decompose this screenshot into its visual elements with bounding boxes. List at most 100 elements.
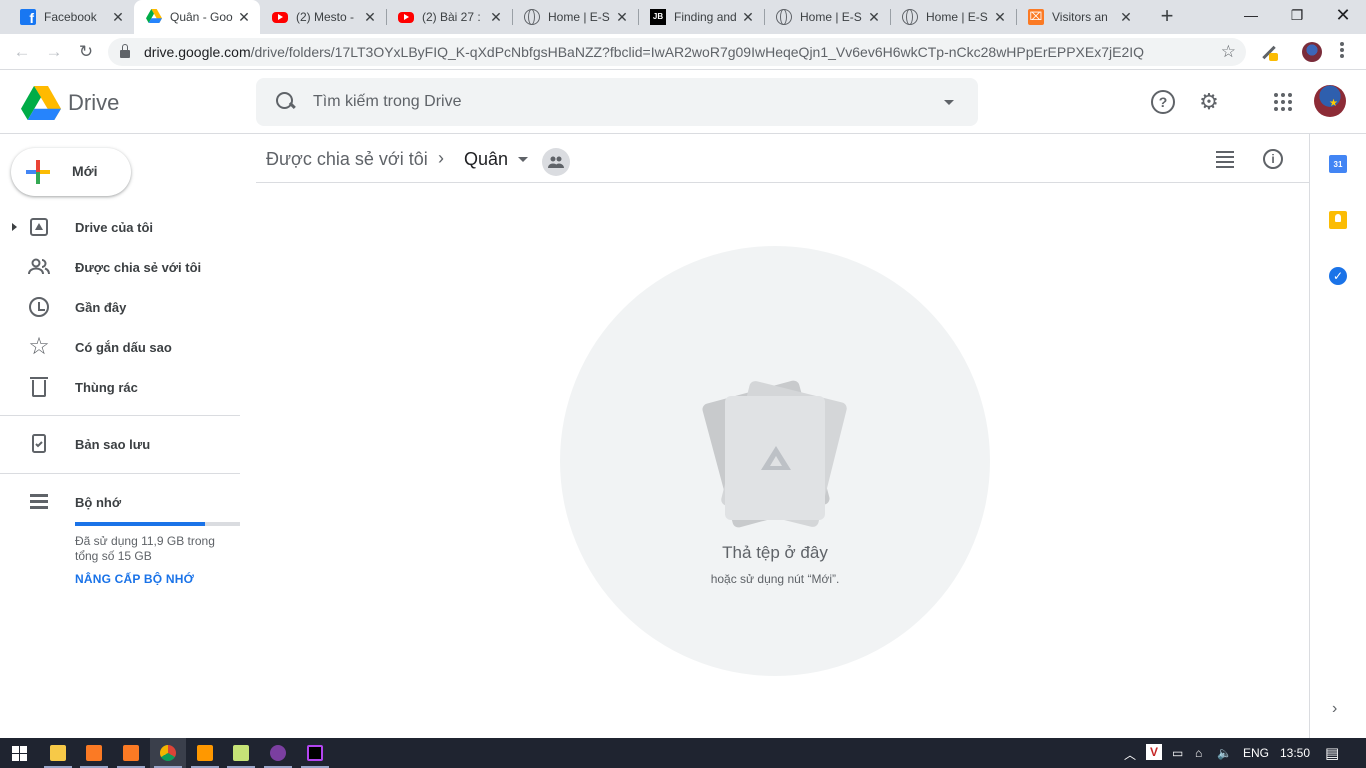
drive-illustration-icon xyxy=(761,446,791,470)
chevron-right-icon[interactable]: › xyxy=(1332,700,1337,718)
sidebar-item-backups[interactable]: Bản sao lưu xyxy=(0,424,240,464)
windows-logo-icon xyxy=(11,745,27,761)
tab-title: Home | E-S xyxy=(548,10,610,24)
taskbar-app-purple[interactable] xyxy=(260,738,296,768)
apps-grid-icon[interactable] xyxy=(1271,90,1295,114)
tab-youtube-bai27[interactable]: (2) Bài 27 : ✕ xyxy=(386,0,512,34)
upgrade-storage-link[interactable]: NÂNG CẤP BỘ NHỚ xyxy=(75,572,194,586)
sidebar-item-storage[interactable]: Bộ nhớ xyxy=(0,482,240,522)
extension-pen-icon[interactable] xyxy=(1259,42,1279,62)
tab-close-icon[interactable]: ✕ xyxy=(740,9,756,26)
info-icon[interactable]: i xyxy=(1263,149,1283,169)
network-icon[interactable]: ⌂ xyxy=(1195,746,1202,760)
tab-finding[interactable]: JB Finding and ✕ xyxy=(638,0,764,34)
reload-button[interactable]: ↻ xyxy=(74,40,98,64)
clock-icon xyxy=(29,297,49,317)
tab-google-drive[interactable]: Quân - Goo ✕ xyxy=(134,0,260,34)
tray-app-v-icon[interactable]: V xyxy=(1146,744,1162,760)
profile-avatar-icon[interactable] xyxy=(1302,42,1322,62)
breadcrumb-shared-with-me[interactable]: Được chia sẻ với tôi xyxy=(266,149,428,170)
taskbar-notepad[interactable] xyxy=(223,738,259,768)
calendar-icon[interactable]: 31 xyxy=(1329,155,1347,173)
sidebar-item-starred[interactable]: ☆ Có gắn dấu sao xyxy=(0,327,240,367)
tab-title: Home | E-S xyxy=(800,10,862,24)
folder-menu-dropdown-icon[interactable] xyxy=(518,157,528,162)
url-path: /drive/folders/17LT3OYxLByFIQ_K-qXdPcNbf… xyxy=(250,44,1145,60)
account-avatar[interactable] xyxy=(1314,85,1346,117)
tab-facebook[interactable]: f Facebook ✕ xyxy=(8,0,134,34)
shared-folder-icon[interactable] xyxy=(542,148,570,176)
facebook-icon: f xyxy=(20,9,36,25)
tab-visitors[interactable]: Visitors an ✕ xyxy=(1016,0,1142,34)
tab-close-icon[interactable]: ✕ xyxy=(866,9,882,26)
plus-icon xyxy=(26,160,50,184)
input-language[interactable]: ENG xyxy=(1243,746,1269,760)
taskbar-xampp-1[interactable] xyxy=(76,738,112,768)
expand-arrow-icon[interactable] xyxy=(12,223,17,231)
battery-icon[interactable]: ▭ xyxy=(1172,746,1183,760)
tab-youtube-mesto[interactable]: (2) Mesto - ✕ xyxy=(260,0,386,34)
tab-close-icon[interactable]: ✕ xyxy=(236,9,252,26)
sidebar-item-shared[interactable]: Được chia sẻ với tôi xyxy=(0,247,240,287)
xampp-icon xyxy=(1028,9,1044,25)
back-button[interactable]: ← xyxy=(10,40,34,64)
window-close-button[interactable]: ✕ xyxy=(1320,0,1366,30)
taskbar-clock[interactable]: 13:50 xyxy=(1280,746,1310,760)
tab-home-es-1[interactable]: Home | E-S ✕ xyxy=(512,0,638,34)
taskbar-chrome[interactable] xyxy=(150,738,186,768)
sidebar-item-label: Drive của tôi xyxy=(75,219,154,235)
notification-center-icon[interactable]: ▤ xyxy=(1325,744,1339,762)
xampp-icon xyxy=(86,745,102,761)
gear-icon[interactable]: ⚙ xyxy=(1197,90,1221,114)
forward-button[interactable]: → xyxy=(42,40,66,64)
sidebar-item-trash[interactable]: Thùng rác xyxy=(0,367,240,407)
minimize-button[interactable]: — xyxy=(1228,0,1274,30)
keep-icon[interactable] xyxy=(1329,211,1347,229)
new-button-label: Mới xyxy=(72,163,98,179)
address-bar[interactable]: drive.google.com/drive/folders/17LT3OYxL… xyxy=(108,38,1246,66)
search-icon[interactable] xyxy=(276,92,296,112)
storage-usage-bar xyxy=(75,522,240,526)
drive-logo-text[interactable]: Drive xyxy=(68,90,119,116)
search-options-dropdown-icon[interactable] xyxy=(944,99,954,105)
restore-button[interactable]: ❐ xyxy=(1274,0,1320,30)
tab-home-es-2[interactable]: Home | E-S ✕ xyxy=(764,0,890,34)
search-input[interactable]: Tìm kiếm trong Drive xyxy=(313,93,944,111)
tab-close-icon[interactable]: ✕ xyxy=(1118,9,1134,26)
tab-title: Home | E-S xyxy=(926,10,988,24)
list-view-icon[interactable] xyxy=(1216,151,1234,168)
empty-state-title: Thả tệp ở đây xyxy=(722,543,828,562)
tab-title: Visitors an xyxy=(1052,10,1108,24)
tasks-icon[interactable]: ✓ xyxy=(1329,267,1347,285)
google-drive-logo-icon[interactable] xyxy=(21,86,61,120)
new-tab-button[interactable]: + xyxy=(1155,5,1179,29)
volume-icon[interactable]: 🔈 xyxy=(1217,746,1232,760)
taskbar-sublime[interactable] xyxy=(187,738,223,768)
tab-close-icon[interactable]: ✕ xyxy=(362,9,378,26)
taskbar-phpstorm[interactable] xyxy=(297,738,333,768)
side-panel: 31 ✓ › xyxy=(1309,134,1366,738)
help-icon[interactable]: ? xyxy=(1151,90,1175,114)
taskbar-file-explorer[interactable] xyxy=(40,738,76,768)
tab-close-icon[interactable]: ✕ xyxy=(488,9,504,26)
sidebar-item-my-drive[interactable]: Drive của tôi xyxy=(0,207,240,247)
bookmark-star-icon[interactable]: ☆ xyxy=(1221,42,1236,62)
youtube-icon xyxy=(398,11,414,23)
new-button[interactable]: Mới xyxy=(11,148,131,196)
taskbar-xampp-2[interactable] xyxy=(113,738,149,768)
drive-header: Drive Tìm kiếm trong Drive ? ⚙ xyxy=(0,70,1366,134)
browser-menu-icon[interactable] xyxy=(1340,42,1344,60)
tab-title: Quân - Goo xyxy=(170,10,233,24)
lock-icon[interactable] xyxy=(120,44,130,58)
tab-close-icon[interactable]: ✕ xyxy=(614,9,630,26)
storage-usage-fill xyxy=(75,522,206,526)
breadcrumb-current-folder[interactable]: Quân xyxy=(464,149,508,170)
tab-home-es-3[interactable]: Home | E-S ✕ xyxy=(890,0,1016,34)
tab-close-icon[interactable]: ✕ xyxy=(992,9,1008,26)
tray-overflow-icon[interactable]: ︿ xyxy=(1124,746,1136,763)
start-button[interactable] xyxy=(0,738,38,768)
tab-close-icon[interactable]: ✕ xyxy=(110,9,126,26)
sidebar-divider xyxy=(0,473,240,474)
sidebar-item-recent[interactable]: Gần đây xyxy=(0,287,240,327)
search-bar[interactable]: Tìm kiếm trong Drive xyxy=(256,78,978,126)
